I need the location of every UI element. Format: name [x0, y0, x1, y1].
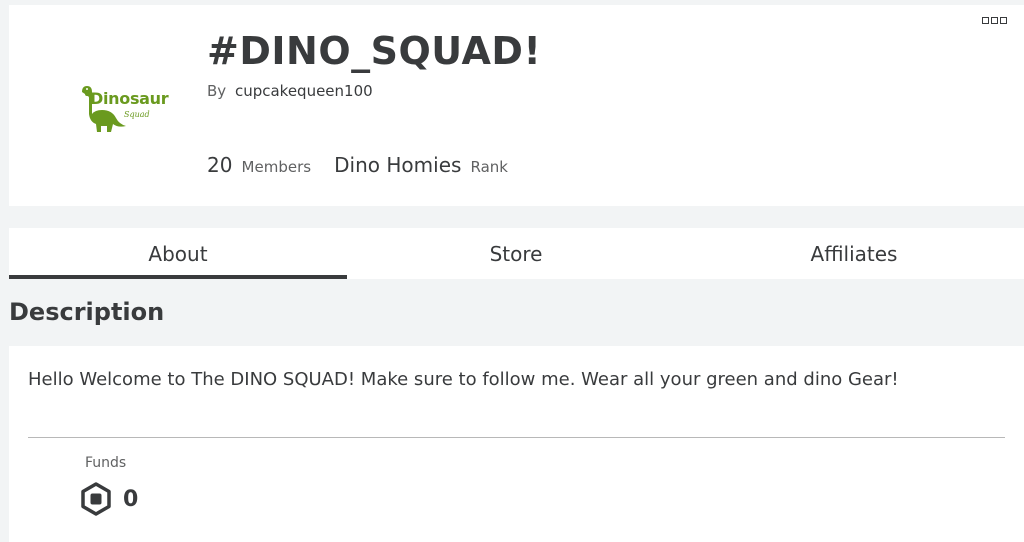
emblem-title: Dinosaur: [90, 89, 169, 108]
group-header-card: Dinosaur Squad #DINO_SQUAD! By cupcakequ…: [9, 5, 1024, 206]
description-heading: Description: [9, 298, 165, 326]
funds-value: 0: [123, 486, 139, 512]
description-text: Hello Welcome to The DINO SQUAD! Make su…: [28, 369, 899, 390]
funds-label: Funds: [85, 455, 127, 471]
tab-store[interactable]: Store: [347, 228, 685, 279]
more-options-icon-dot: [1000, 17, 1007, 24]
rank-name: Dino Homies: [334, 153, 462, 177]
by-label: By: [207, 82, 227, 100]
rank-label: Rank: [470, 158, 508, 176]
divider: [28, 437, 1005, 438]
group-title: #DINO_SQUAD!: [207, 29, 542, 73]
robux-icon: [81, 482, 111, 516]
owner-link[interactable]: cupcakequeen100: [235, 82, 373, 100]
funds-row: 0: [80, 482, 138, 516]
tab-affiliates[interactable]: Affiliates: [685, 228, 1023, 279]
group-owner-line: By cupcakequeen100: [207, 82, 373, 100]
more-options-icon-dot: [991, 17, 998, 24]
tab-about[interactable]: About: [9, 228, 347, 279]
group-tabs: About Store Affiliates: [9, 228, 1024, 279]
emblem-subtitle: Squad: [124, 110, 150, 119]
more-options-icon: [982, 17, 989, 24]
group-emblem: Dinosaur Squad: [79, 72, 204, 190]
more-options-button[interactable]: [982, 17, 1007, 24]
member-count: 20: [207, 153, 233, 177]
group-stats: 20 Members Dino Homies Rank: [207, 153, 526, 177]
members-label: Members: [241, 158, 312, 176]
description-card: Hello Welcome to The DINO SQUAD! Make su…: [9, 346, 1024, 542]
